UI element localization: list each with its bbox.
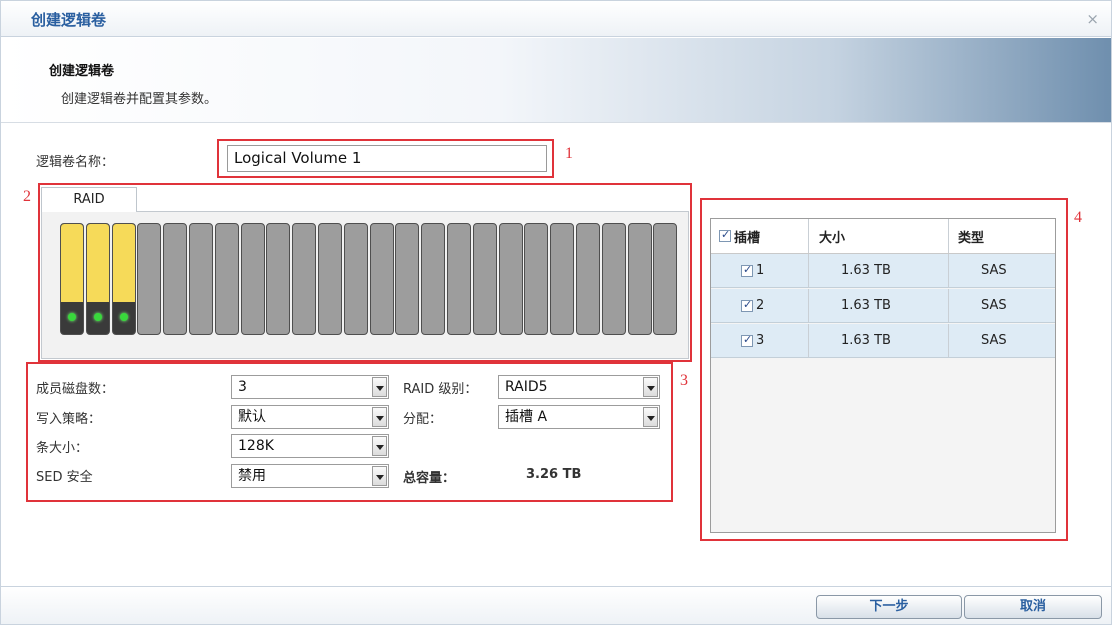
header-banner: 创建逻辑卷 创建逻辑卷并配置其参数。 <box>1 38 1111 123</box>
annotation-number-2: 2 <box>23 188 31 205</box>
banner-subtitle: 创建逻辑卷并配置其参数。 <box>61 92 218 107</box>
title-bar: 创建逻辑卷 × <box>1 1 1111 37</box>
annotation-number-1: 1 <box>565 145 573 162</box>
annotation-box-2 <box>38 183 692 362</box>
dialog-footer: 下一步 取消 <box>1 586 1111 624</box>
volume-name-label: 逻辑卷名称： <box>36 155 115 170</box>
annotation-box-3 <box>26 362 673 502</box>
close-icon[interactable]: × <box>1086 10 1099 28</box>
annotation-number-3: 3 <box>680 372 688 389</box>
create-volume-dialog: 创建逻辑卷 × 创建逻辑卷 创建逻辑卷并配置其参数。 逻辑卷名称： Logica… <box>0 0 1112 625</box>
cancel-button[interactable]: 取消 <box>964 595 1102 619</box>
annotation-box-1 <box>217 139 554 178</box>
annotation-number-4: 4 <box>1074 209 1082 226</box>
next-button[interactable]: 下一步 <box>816 595 962 619</box>
banner-heading: 创建逻辑卷 <box>49 64 115 79</box>
dialog-title: 创建逻辑卷 <box>31 11 107 29</box>
annotation-box-4 <box>700 198 1068 541</box>
